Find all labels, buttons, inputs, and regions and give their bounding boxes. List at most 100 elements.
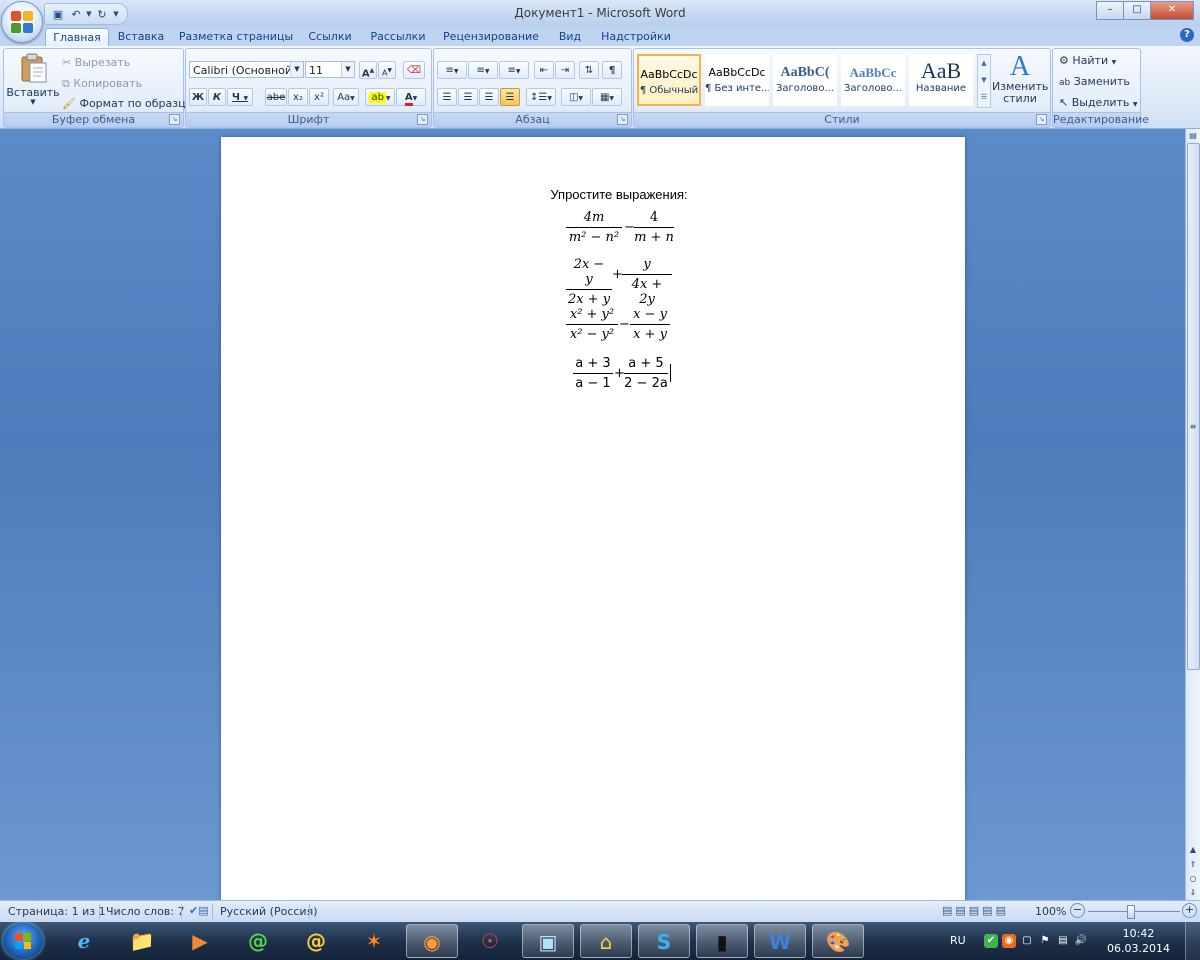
- tab-mailings[interactable]: Рассылки: [366, 28, 430, 46]
- maximize-button[interactable]: □: [1123, 1, 1151, 20]
- language-indicator[interactable]: Русский (Россия): [220, 905, 318, 918]
- browse-object-icon[interactable]: ○: [1187, 873, 1199, 885]
- format-painter-button[interactable]: 🖌 Формат по образцу: [62, 97, 192, 110]
- next-page-icon[interactable]: ⇓: [1187, 887, 1199, 899]
- style-title[interactable]: AaB Название: [909, 54, 973, 106]
- style-normal[interactable]: AaBbCcDc ¶ Обычный: [637, 54, 701, 106]
- align-center-button[interactable]: ☰: [458, 88, 478, 106]
- volume-icon[interactable]: 🔊: [1074, 934, 1088, 948]
- app-icon[interactable]: ◉: [406, 924, 458, 958]
- spellcheck-icon[interactable]: ✔▤: [189, 904, 209, 917]
- shading-button[interactable]: ◫▼: [561, 88, 591, 106]
- previous-page-icon[interactable]: ⇑: [1187, 859, 1199, 871]
- find-button[interactable]: ⚙ Найти ▼: [1059, 54, 1116, 67]
- tray-app-icon[interactable]: ◉: [1002, 934, 1016, 948]
- cut-button[interactable]: ✂ Вырезать: [62, 56, 130, 69]
- start-button[interactable]: [3, 923, 43, 959]
- odnoklassniki-icon[interactable]: ✶: [348, 924, 400, 958]
- internet-explorer-icon[interactable]: e: [58, 924, 110, 958]
- change-styles-button[interactable]: A Изменить стили: [992, 53, 1048, 105]
- tab-review[interactable]: Рецензирование: [440, 28, 542, 46]
- highlight-button[interactable]: ab ▼: [365, 88, 395, 106]
- scrollbar-thumb[interactable]: [1187, 143, 1200, 670]
- ruler-toggle-icon[interactable]: ▤: [1187, 130, 1199, 142]
- bold-button[interactable]: Ж: [189, 88, 207, 106]
- tab-home[interactable]: Главная: [45, 28, 109, 47]
- scroll-up-icon[interactable]: ▲: [1187, 844, 1199, 856]
- close-button[interactable]: ✕: [1150, 1, 1194, 20]
- justify-button[interactable]: ☰: [500, 88, 520, 106]
- styles-launcher-icon[interactable]: ↘: [1036, 114, 1047, 125]
- superscript-button[interactable]: x²: [309, 88, 329, 106]
- show-desktop-button[interactable]: [1185, 922, 1200, 960]
- display-icon[interactable]: ▤: [1056, 934, 1070, 948]
- underline-button[interactable]: Ч ▼: [227, 88, 253, 106]
- tab-addins[interactable]: Надстройки: [598, 28, 674, 46]
- word-icon[interactable]: W: [754, 924, 806, 958]
- action-center-flag-icon[interactable]: ⚑: [1038, 934, 1052, 948]
- replace-button[interactable]: ab Заменить: [1059, 75, 1130, 88]
- home-app-icon[interactable]: ⌂: [580, 924, 632, 958]
- font-size-combo[interactable]: 11 ▼: [305, 61, 355, 78]
- paint-icon[interactable]: 🎨: [812, 924, 864, 958]
- network-icon[interactable]: ▢: [1020, 934, 1034, 948]
- grow-font-button[interactable]: A▲: [359, 61, 377, 79]
- clipboard-launcher-icon[interactable]: ↘: [169, 114, 180, 125]
- decrease-indent-button[interactable]: ⇤: [534, 61, 554, 79]
- borders-button[interactable]: ▦▼: [592, 88, 622, 106]
- vertical-scrollbar[interactable]: ▤ ≡ ▲ ⇑ ○ ⇓: [1185, 129, 1200, 900]
- skype-icon[interactable]: S: [638, 924, 690, 958]
- tab-references[interactable]: Ссылки: [302, 28, 358, 46]
- phone-app-icon[interactable]: ▮: [696, 924, 748, 958]
- chrome-icon[interactable]: ☉: [464, 924, 516, 958]
- font-color-button[interactable]: A▼: [396, 88, 426, 106]
- align-right-button[interactable]: ☰: [479, 88, 499, 106]
- zoom-out-icon[interactable]: −: [1070, 903, 1085, 918]
- style-no-spacing[interactable]: AaBbCcDc ¶ Без инте...: [705, 54, 769, 106]
- increase-indent-button[interactable]: ⇥: [555, 61, 575, 79]
- office-button[interactable]: [1, 1, 43, 43]
- folder-window-icon[interactable]: ▣: [522, 924, 574, 958]
- line-spacing-button[interactable]: ↕☰▼: [526, 88, 556, 106]
- media-player-icon[interactable]: ▶: [174, 924, 226, 958]
- help-icon[interactable]: ?: [1180, 28, 1194, 42]
- select-button[interactable]: ↖ Выделить ▼: [1059, 96, 1138, 109]
- tab-page-layout[interactable]: Разметка страницы: [178, 28, 294, 46]
- tab-view[interactable]: Вид: [552, 28, 588, 46]
- page-indicator[interactable]: Страница: 1 из 1: [8, 905, 106, 918]
- paragraph-launcher-icon[interactable]: ↘: [617, 114, 628, 125]
- font-name-combo[interactable]: Calibri (Основной те ▼: [189, 61, 304, 78]
- bullets-button[interactable]: ≡▼: [437, 61, 467, 79]
- multilevel-list-button[interactable]: ≡▼: [499, 61, 529, 79]
- view-buttons[interactable]: ▤▤▤▤▤: [942, 904, 1009, 917]
- mail-ru-icon[interactable]: @: [290, 924, 342, 958]
- subscript-button[interactable]: x₂: [288, 88, 308, 106]
- paste-button[interactable]: Вставить ▼: [6, 52, 60, 110]
- clear-formatting-button[interactable]: ⌫: [403, 61, 425, 79]
- zoom-in-icon[interactable]: +: [1182, 903, 1197, 918]
- zoom-level[interactable]: 100%: [1035, 905, 1066, 918]
- clock[interactable]: 10:42 06.03.2014: [1107, 926, 1170, 956]
- tab-insert[interactable]: Вставка: [112, 28, 170, 46]
- font-launcher-icon[interactable]: ↘: [417, 114, 428, 125]
- word-count[interactable]: Число слов: 7: [106, 905, 185, 918]
- tray-app-icon[interactable]: ✔: [984, 934, 998, 948]
- sort-button[interactable]: ⇅: [579, 61, 599, 79]
- align-left-button[interactable]: ☰: [437, 88, 457, 106]
- numbering-button[interactable]: ≡▼: [468, 61, 498, 79]
- style-heading-2[interactable]: AaBbCc Заголово...: [841, 54, 905, 106]
- strikethrough-button[interactable]: abe: [265, 88, 287, 106]
- style-heading-1[interactable]: AaBbC( Заголово...: [773, 54, 837, 106]
- change-case-button[interactable]: Aa▼: [333, 88, 359, 106]
- show-formatting-button[interactable]: ¶: [602, 61, 622, 79]
- mail-agent-icon[interactable]: @: [232, 924, 284, 958]
- copy-button[interactable]: ⧉ Копировать: [62, 77, 142, 91]
- shrink-font-button[interactable]: A▼: [378, 61, 396, 79]
- file-explorer-icon[interactable]: 📁: [116, 924, 168, 958]
- input-language[interactable]: RU: [950, 934, 966, 947]
- document-page[interactable]: Упростите выражения: 4m m² − n² − 4 m + …: [221, 137, 965, 907]
- italic-button[interactable]: К: [208, 88, 226, 106]
- minimize-button[interactable]: –: [1096, 1, 1124, 20]
- styles-scroll[interactable]: ▲ ▼ ☰: [977, 54, 991, 108]
- zoom-slider-thumb[interactable]: [1127, 905, 1135, 919]
